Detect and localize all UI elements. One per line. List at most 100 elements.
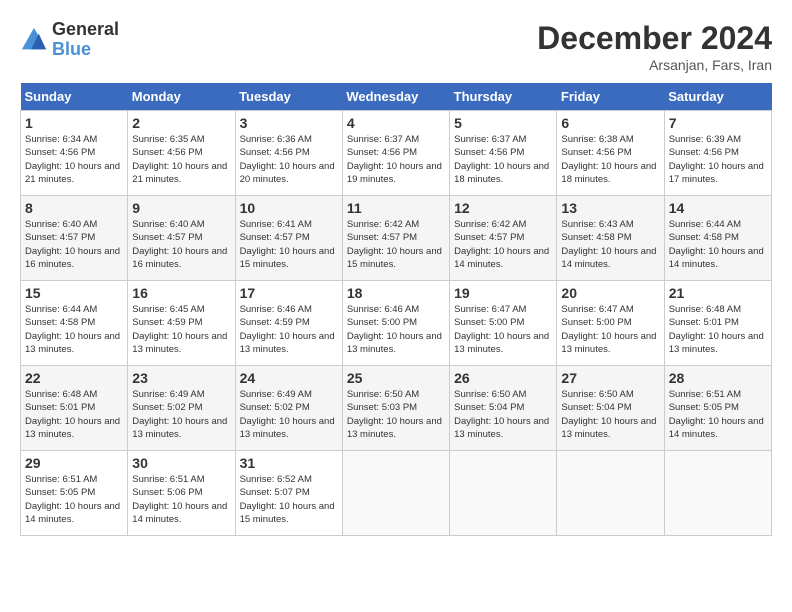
day-number: 1	[25, 115, 123, 131]
day-info: Sunrise: 6:35 AM Sunset: 4:56 PM Dayligh…	[132, 133, 230, 186]
day-number: 22	[25, 370, 123, 386]
day-info: Sunrise: 6:46 AM Sunset: 5:00 PM Dayligh…	[347, 303, 445, 356]
calendar-cell: 15 Sunrise: 6:44 AM Sunset: 4:58 PM Dayl…	[21, 281, 128, 366]
day-number: 8	[25, 200, 123, 216]
calendar-cell: 22 Sunrise: 6:48 AM Sunset: 5:01 PM Dayl…	[21, 366, 128, 451]
day-number: 28	[669, 370, 767, 386]
weekday-header-row: SundayMondayTuesdayWednesdayThursdayFrid…	[21, 83, 772, 111]
weekday-header: Monday	[128, 83, 235, 111]
weekday-header: Thursday	[450, 83, 557, 111]
day-number: 13	[561, 200, 659, 216]
day-number: 23	[132, 370, 230, 386]
day-info: Sunrise: 6:43 AM Sunset: 4:58 PM Dayligh…	[561, 218, 659, 271]
day-number: 31	[240, 455, 338, 471]
calendar-cell: 25 Sunrise: 6:50 AM Sunset: 5:03 PM Dayl…	[342, 366, 449, 451]
day-info: Sunrise: 6:49 AM Sunset: 5:02 PM Dayligh…	[240, 388, 338, 441]
day-info: Sunrise: 6:51 AM Sunset: 5:05 PM Dayligh…	[669, 388, 767, 441]
day-number: 6	[561, 115, 659, 131]
day-info: Sunrise: 6:48 AM Sunset: 5:01 PM Dayligh…	[25, 388, 123, 441]
calendar-cell: 10 Sunrise: 6:41 AM Sunset: 4:57 PM Dayl…	[235, 196, 342, 281]
day-info: Sunrise: 6:47 AM Sunset: 5:00 PM Dayligh…	[561, 303, 659, 356]
day-number: 25	[347, 370, 445, 386]
day-info: Sunrise: 6:51 AM Sunset: 5:05 PM Dayligh…	[25, 473, 123, 526]
day-number: 30	[132, 455, 230, 471]
day-number: 19	[454, 285, 552, 301]
calendar-cell	[450, 451, 557, 536]
day-info: Sunrise: 6:42 AM Sunset: 4:57 PM Dayligh…	[347, 218, 445, 271]
week-row: 29 Sunrise: 6:51 AM Sunset: 5:05 PM Dayl…	[21, 451, 772, 536]
day-number: 17	[240, 285, 338, 301]
day-number: 15	[25, 285, 123, 301]
day-info: Sunrise: 6:41 AM Sunset: 4:57 PM Dayligh…	[240, 218, 338, 271]
day-number: 4	[347, 115, 445, 131]
calendar-cell: 3 Sunrise: 6:36 AM Sunset: 4:56 PM Dayli…	[235, 111, 342, 196]
day-number: 9	[132, 200, 230, 216]
day-number: 12	[454, 200, 552, 216]
day-number: 10	[240, 200, 338, 216]
weekday-header: Tuesday	[235, 83, 342, 111]
calendar-cell: 29 Sunrise: 6:51 AM Sunset: 5:05 PM Dayl…	[21, 451, 128, 536]
page-header: General Blue December 2024 Arsanjan, Far…	[20, 20, 772, 73]
calendar-cell: 28 Sunrise: 6:51 AM Sunset: 5:05 PM Dayl…	[664, 366, 771, 451]
day-info: Sunrise: 6:50 AM Sunset: 5:04 PM Dayligh…	[454, 388, 552, 441]
calendar-cell: 21 Sunrise: 6:48 AM Sunset: 5:01 PM Dayl…	[664, 281, 771, 366]
day-info: Sunrise: 6:52 AM Sunset: 5:07 PM Dayligh…	[240, 473, 338, 526]
calendar-cell: 7 Sunrise: 6:39 AM Sunset: 4:56 PM Dayli…	[664, 111, 771, 196]
calendar-cell: 24 Sunrise: 6:49 AM Sunset: 5:02 PM Dayl…	[235, 366, 342, 451]
day-info: Sunrise: 6:46 AM Sunset: 4:59 PM Dayligh…	[240, 303, 338, 356]
logo-text: General Blue	[52, 20, 119, 60]
day-info: Sunrise: 6:42 AM Sunset: 4:57 PM Dayligh…	[454, 218, 552, 271]
calendar-cell: 26 Sunrise: 6:50 AM Sunset: 5:04 PM Dayl…	[450, 366, 557, 451]
calendar-cell: 13 Sunrise: 6:43 AM Sunset: 4:58 PM Dayl…	[557, 196, 664, 281]
calendar-cell: 27 Sunrise: 6:50 AM Sunset: 5:04 PM Dayl…	[557, 366, 664, 451]
day-number: 14	[669, 200, 767, 216]
day-number: 5	[454, 115, 552, 131]
calendar-cell	[557, 451, 664, 536]
calendar-cell: 20 Sunrise: 6:47 AM Sunset: 5:00 PM Dayl…	[557, 281, 664, 366]
month-title: December 2024	[537, 20, 772, 57]
week-row: 15 Sunrise: 6:44 AM Sunset: 4:58 PM Dayl…	[21, 281, 772, 366]
day-info: Sunrise: 6:50 AM Sunset: 5:04 PM Dayligh…	[561, 388, 659, 441]
weekday-header: Friday	[557, 83, 664, 111]
day-number: 7	[669, 115, 767, 131]
calendar-cell: 30 Sunrise: 6:51 AM Sunset: 5:06 PM Dayl…	[128, 451, 235, 536]
day-info: Sunrise: 6:37 AM Sunset: 4:56 PM Dayligh…	[347, 133, 445, 186]
calendar-cell	[342, 451, 449, 536]
weekday-header: Wednesday	[342, 83, 449, 111]
day-info: Sunrise: 6:47 AM Sunset: 5:00 PM Dayligh…	[454, 303, 552, 356]
day-info: Sunrise: 6:40 AM Sunset: 4:57 PM Dayligh…	[25, 218, 123, 271]
week-row: 8 Sunrise: 6:40 AM Sunset: 4:57 PM Dayli…	[21, 196, 772, 281]
weekday-header: Saturday	[664, 83, 771, 111]
logo-icon	[20, 26, 48, 54]
calendar-cell: 31 Sunrise: 6:52 AM Sunset: 5:07 PM Dayl…	[235, 451, 342, 536]
week-row: 1 Sunrise: 6:34 AM Sunset: 4:56 PM Dayli…	[21, 111, 772, 196]
day-info: Sunrise: 6:40 AM Sunset: 4:57 PM Dayligh…	[132, 218, 230, 271]
location: Arsanjan, Fars, Iran	[537, 57, 772, 73]
calendar-cell: 18 Sunrise: 6:46 AM Sunset: 5:00 PM Dayl…	[342, 281, 449, 366]
calendar-cell: 4 Sunrise: 6:37 AM Sunset: 4:56 PM Dayli…	[342, 111, 449, 196]
title-area: December 2024 Arsanjan, Fars, Iran	[537, 20, 772, 73]
calendar-cell: 1 Sunrise: 6:34 AM Sunset: 4:56 PM Dayli…	[21, 111, 128, 196]
calendar-cell: 12 Sunrise: 6:42 AM Sunset: 4:57 PM Dayl…	[450, 196, 557, 281]
day-number: 16	[132, 285, 230, 301]
day-number: 29	[25, 455, 123, 471]
day-number: 11	[347, 200, 445, 216]
day-number: 27	[561, 370, 659, 386]
day-number: 21	[669, 285, 767, 301]
day-number: 24	[240, 370, 338, 386]
day-info: Sunrise: 6:49 AM Sunset: 5:02 PM Dayligh…	[132, 388, 230, 441]
day-info: Sunrise: 6:48 AM Sunset: 5:01 PM Dayligh…	[669, 303, 767, 356]
day-number: 3	[240, 115, 338, 131]
day-info: Sunrise: 6:38 AM Sunset: 4:56 PM Dayligh…	[561, 133, 659, 186]
calendar-cell: 2 Sunrise: 6:35 AM Sunset: 4:56 PM Dayli…	[128, 111, 235, 196]
day-info: Sunrise: 6:45 AM Sunset: 4:59 PM Dayligh…	[132, 303, 230, 356]
day-info: Sunrise: 6:39 AM Sunset: 4:56 PM Dayligh…	[669, 133, 767, 186]
calendar-cell: 8 Sunrise: 6:40 AM Sunset: 4:57 PM Dayli…	[21, 196, 128, 281]
logo: General Blue	[20, 20, 119, 60]
week-row: 22 Sunrise: 6:48 AM Sunset: 5:01 PM Dayl…	[21, 366, 772, 451]
calendar-cell	[664, 451, 771, 536]
day-number: 2	[132, 115, 230, 131]
day-info: Sunrise: 6:51 AM Sunset: 5:06 PM Dayligh…	[132, 473, 230, 526]
calendar-cell: 17 Sunrise: 6:46 AM Sunset: 4:59 PM Dayl…	[235, 281, 342, 366]
day-info: Sunrise: 6:34 AM Sunset: 4:56 PM Dayligh…	[25, 133, 123, 186]
